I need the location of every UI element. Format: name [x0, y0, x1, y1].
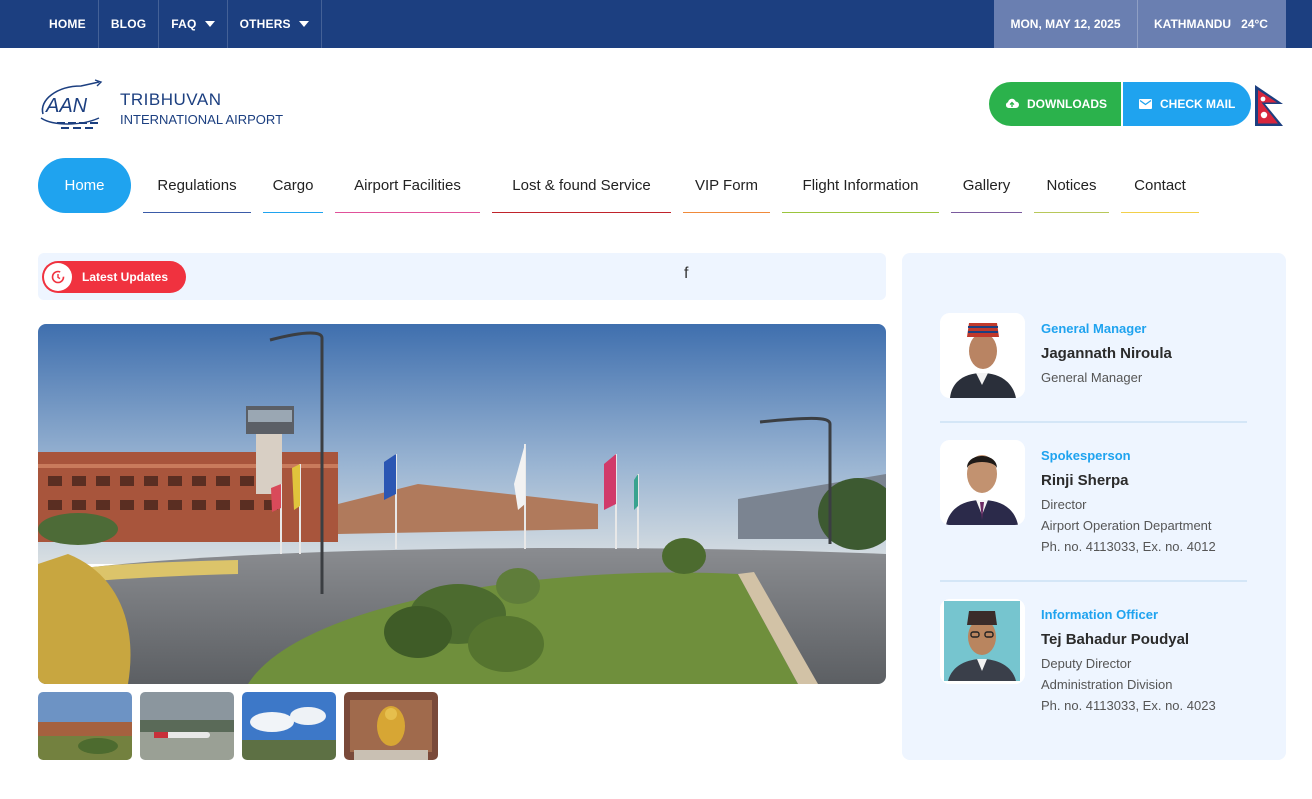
- nav-flight-information-label: Flight Information: [802, 176, 919, 194]
- official-role: General Manager: [1041, 321, 1147, 336]
- official-phone: Ph. no. 4113033, Ex. no. 4023: [1041, 698, 1216, 713]
- caret-down-icon: [204, 21, 215, 27]
- downloads-label: DOWNLOADS: [1027, 97, 1107, 111]
- airport-logo-icon: AAN: [40, 79, 103, 129]
- check-mail-label: CHECK MAIL: [1160, 97, 1236, 111]
- thumbnail-4[interactable]: [344, 692, 438, 760]
- logo-mark-text: AAN: [45, 95, 88, 117]
- top-nav-faq[interactable]: FAQ: [159, 0, 228, 48]
- updates-ticker-text[interactable]: f: [684, 265, 688, 283]
- current-date: MON, MAY 12, 2025: [994, 0, 1138, 48]
- site-logo[interactable]: AAN TRIBHUVAN INTERNATIONAL AIRPORT: [37, 78, 307, 130]
- cloud-upload-icon: [1005, 98, 1019, 110]
- person-avatar-icon: [940, 313, 1025, 398]
- top-nav-others[interactable]: OTHERS: [228, 0, 322, 48]
- hero-airport-photo: [38, 324, 886, 684]
- nav-notices-label: Notices: [1046, 176, 1097, 194]
- official-name: Tej Bahadur Poudyal: [1041, 631, 1190, 648]
- official-photo: [940, 440, 1025, 525]
- caret-down-icon: [298, 21, 309, 27]
- nav-gallery[interactable]: Gallery: [951, 158, 1022, 213]
- downloads-button[interactable]: DOWNLOADS: [989, 82, 1121, 126]
- latest-updates-badge[interactable]: Latest Updates: [42, 261, 186, 293]
- nav-cargo[interactable]: Cargo: [263, 158, 323, 213]
- person-avatar-icon: [940, 599, 1025, 684]
- official-role: Spokesperson: [1041, 448, 1131, 463]
- nav-contact[interactable]: Contact: [1121, 158, 1199, 213]
- top-nav: HOME BLOG FAQ OTHERS: [37, 0, 322, 48]
- official-department: Airport Operation Department: [1041, 518, 1212, 533]
- top-bar: HOME BLOG FAQ OTHERS MON, MAY 12, 2025 K…: [0, 0, 1312, 48]
- nav-contact-label: Contact: [1134, 176, 1186, 194]
- official-designation: General Manager: [1041, 370, 1143, 385]
- weather-info: KATHMANDU 24°C: [1138, 0, 1284, 48]
- logo-subtitle: INTERNATIONAL AIRPORT: [120, 112, 284, 127]
- nav-regulations[interactable]: Regulations: [143, 158, 251, 213]
- official-photo: [940, 313, 1025, 398]
- official-photo: [940, 599, 1025, 684]
- date-weather-box: MON, MAY 12, 2025 KATHMANDU 24°C: [994, 0, 1286, 48]
- official-designation: Deputy Director: [1041, 656, 1132, 671]
- official-role: Information Officer: [1041, 607, 1159, 622]
- top-nav-blog[interactable]: BLOG: [99, 0, 160, 48]
- top-nav-home[interactable]: HOME: [37, 0, 99, 48]
- official-info: Information Officer Tej Bahadur Poudyal …: [1041, 607, 1216, 716]
- top-nav-others-label: OTHERS: [239, 17, 291, 31]
- nav-cargo-label: Cargo: [272, 176, 314, 194]
- officials-divider: [940, 580, 1247, 582]
- official-designation: Director: [1041, 497, 1087, 512]
- top-nav-faq-label: FAQ: [171, 17, 197, 31]
- nav-airport-facilities-label: Airport Facilities: [354, 176, 461, 194]
- official-info: General Manager Jagannath Niroula Genera…: [1041, 321, 1172, 388]
- check-mail-button[interactable]: CHECK MAIL: [1123, 82, 1251, 126]
- hero-thumbnails: [38, 692, 438, 760]
- nav-airport-facilities[interactable]: Airport Facilities: [335, 158, 480, 213]
- nepal-flag-icon: [1255, 85, 1283, 126]
- official-name: Rinji Sherpa: [1041, 472, 1129, 489]
- nav-gallery-label: Gallery: [962, 176, 1011, 194]
- nav-vip-form-label: VIP Form: [694, 176, 759, 194]
- refresh-clock-icon: [44, 263, 72, 291]
- nav-regulations-label: Regulations: [157, 176, 237, 194]
- nav-lost-found-label: Lost & found Service: [512, 176, 651, 194]
- official-info: Spokesperson Rinji Sherpa Director Airpo…: [1041, 448, 1216, 557]
- person-avatar-icon: [940, 440, 1025, 525]
- officials-divider: [940, 421, 1247, 423]
- thumbnail-2[interactable]: [140, 692, 234, 760]
- officials-panel: General Manager Jagannath Niroula Genera…: [902, 253, 1286, 760]
- thumbnail-3[interactable]: [242, 692, 336, 760]
- weather-location: KATHMANDU: [1154, 17, 1232, 31]
- official-department: Administration Division: [1041, 677, 1173, 692]
- latest-updates-label: Latest Updates: [82, 270, 169, 284]
- official-name: Jagannath Niroula: [1041, 345, 1172, 362]
- official-phone: Ph. no. 4113033, Ex. no. 4012: [1041, 539, 1216, 554]
- nav-vip-form[interactable]: VIP Form: [683, 158, 770, 213]
- nav-lost-found[interactable]: Lost & found Service: [492, 158, 671, 213]
- top-nav-home-label: HOME: [49, 17, 86, 31]
- nav-flight-information[interactable]: Flight Information: [782, 158, 939, 213]
- nav-home-label: Home: [64, 177, 105, 194]
- top-nav-blog-label: BLOG: [110, 17, 147, 31]
- latest-updates-bar: Latest Updates f: [38, 253, 886, 300]
- logo-title: TRIBHUVAN: [120, 90, 222, 109]
- nav-home[interactable]: Home: [38, 158, 131, 213]
- mail-icon: [1139, 99, 1152, 109]
- thumbnail-1[interactable]: [38, 692, 132, 760]
- weather-temperature: 24°C: [1241, 17, 1268, 31]
- nav-notices[interactable]: Notices: [1034, 158, 1109, 213]
